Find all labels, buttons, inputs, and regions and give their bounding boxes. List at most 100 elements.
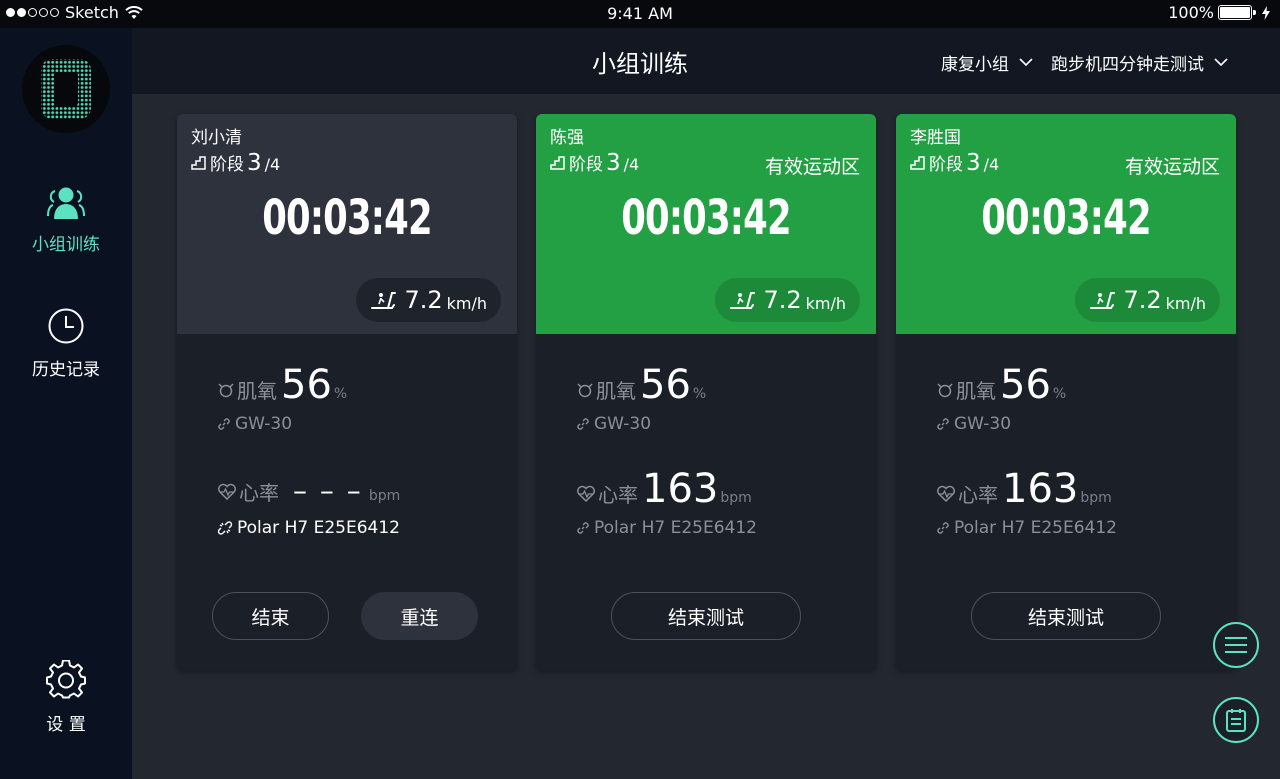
speed-pill: 7.2 km/h xyxy=(356,278,501,322)
muscle-value: 56 xyxy=(281,362,332,408)
battery-area: 100% xyxy=(1168,3,1270,22)
muscle-label: 肌氧 xyxy=(956,379,996,403)
treadmill-icon xyxy=(1090,292,1116,309)
speed-value: 7.2 xyxy=(763,286,802,314)
muscle-device: GW-30 xyxy=(936,414,1011,434)
group-select-value: 康复小组 xyxy=(941,55,1009,75)
stage-current: 3 xyxy=(966,150,981,176)
stage-indicator: 阶段 3/4 xyxy=(191,150,280,176)
gear-icon xyxy=(46,660,86,699)
menu-button[interactable] xyxy=(1213,622,1259,668)
logo-icon xyxy=(41,59,91,119)
hr-label: 心率 xyxy=(598,483,638,507)
speed-value: 7.2 xyxy=(404,286,443,314)
sidebar-item-history[interactable]: 历史记录 xyxy=(0,307,132,380)
elapsed-timer: 00:03:42 xyxy=(621,190,791,246)
speed-unit: km/h xyxy=(1165,293,1206,313)
sidebar-item-group-training[interactable]: 小组训练 xyxy=(0,186,132,255)
stage-total: /4 xyxy=(983,155,1000,174)
zone-label: 有效运动区 xyxy=(764,156,860,178)
hr-device: Polar H7 E25E6412 xyxy=(217,518,400,538)
link-icon xyxy=(218,418,230,430)
end-test-button[interactable]: 结束测试 xyxy=(611,592,801,640)
clipboard-icon xyxy=(1226,709,1246,732)
heart-rate: 心率 163 bpm xyxy=(576,466,752,512)
hr-label: 心率 xyxy=(239,481,279,505)
participant-name: 刘小清 xyxy=(191,128,242,148)
zone-label: 有效运动区 xyxy=(1124,156,1220,178)
heart-rate-icon xyxy=(218,483,236,500)
heart-rate-icon xyxy=(937,485,955,502)
menu-icon xyxy=(1225,637,1247,653)
stage-current: 3 xyxy=(247,150,262,176)
top-bar: 小组训练 康复小组 跑步机四分钟走测试 xyxy=(132,28,1280,94)
group-icon xyxy=(47,187,85,219)
clock-icon xyxy=(48,308,84,344)
stage-current: 3 xyxy=(606,150,621,176)
hr-device: Polar H7 E25E6412 xyxy=(936,518,1117,538)
hr-device-id: Polar H7 E25E6412 xyxy=(237,518,400,538)
muscle-icon xyxy=(218,383,234,398)
hr-unit: bpm xyxy=(1080,490,1112,506)
sidebar-item-label: 设 置 xyxy=(46,715,86,735)
card-header: 刘小清 阶段 3/4 00:03:42 7.2 km/h xyxy=(177,114,517,334)
muscle-device-id: GW-30 xyxy=(235,414,293,434)
hr-value: – – – xyxy=(293,474,363,507)
hr-value: 163 xyxy=(1002,466,1079,512)
muscle-unit: % xyxy=(1052,386,1067,402)
elapsed-timer: 00:03:42 xyxy=(981,190,1151,246)
hr-unit: bpm xyxy=(720,490,752,506)
elapsed-timer: 00:03:42 xyxy=(262,190,432,246)
reconnect-button[interactable]: 重连 xyxy=(361,592,478,640)
charging-icon xyxy=(1262,5,1270,20)
muscle-device-id: GW-30 xyxy=(954,414,1012,434)
end-button[interactable]: 结束 xyxy=(212,592,329,640)
muscle-oxygen: 肌氧 56 % xyxy=(576,362,706,408)
participant-card: 李胜国 阶段 3/4 有效运动区 00:03:42 7.2 km/h 肌氧 56… xyxy=(896,114,1236,670)
status-time: 9:41 AM xyxy=(607,4,673,23)
group-select[interactable]: 康复小组 xyxy=(941,50,1033,75)
muscle-unit: % xyxy=(333,386,348,402)
muscle-value: 56 xyxy=(640,362,691,408)
sidebar: 小组训练 历史记录 设 置 xyxy=(0,28,132,779)
muscle-unit: % xyxy=(692,386,707,402)
battery-icon xyxy=(1218,5,1256,20)
speed-unit: km/h xyxy=(805,293,846,313)
stairs-icon xyxy=(550,156,565,170)
speed-value: 7.2 xyxy=(1123,286,1162,314)
link-icon xyxy=(577,418,589,430)
muscle-device: GW-30 xyxy=(576,414,651,434)
muscle-oxygen: 肌氧 56 % xyxy=(217,362,347,408)
test-select-value: 跑步机四分钟走测试 xyxy=(1051,55,1204,75)
stage-label: 阶段 xyxy=(210,155,244,175)
stairs-icon xyxy=(191,156,206,170)
muscle-device-id: GW-30 xyxy=(594,414,652,434)
stairs-icon xyxy=(910,156,925,170)
muscle-icon xyxy=(577,383,593,398)
muscle-value: 56 xyxy=(1000,362,1051,408)
hr-value: 163 xyxy=(642,466,719,512)
sidebar-item-settings[interactable]: 设 置 xyxy=(0,660,132,735)
muscle-icon xyxy=(937,383,953,398)
treadmill-icon xyxy=(371,292,397,309)
heart-rate: 心率 – – – bpm xyxy=(217,474,400,507)
test-select[interactable]: 跑步机四分钟走测试 xyxy=(1051,50,1228,75)
hr-unit: bpm xyxy=(368,488,401,504)
battery-percent: 100% xyxy=(1168,3,1214,22)
sidebar-item-label: 小组训练 xyxy=(32,235,100,255)
speed-unit: km/h xyxy=(446,293,487,313)
chevron-down-icon xyxy=(1019,58,1033,67)
end-test-button[interactable]: 结束测试 xyxy=(971,592,1161,640)
participant-name: 陈强 xyxy=(550,128,584,148)
stage-indicator: 阶段 3/4 xyxy=(550,150,639,176)
sidebar-item-label: 历史记录 xyxy=(32,360,100,380)
hr-device-id: Polar H7 E25E6412 xyxy=(954,518,1117,538)
card-header: 李胜国 阶段 3/4 有效运动区 00:03:42 7.2 km/h xyxy=(896,114,1236,334)
treadmill-icon xyxy=(730,292,756,309)
status-bar: Sketch 9:41 AM 100% xyxy=(0,0,1280,28)
link-icon xyxy=(937,522,949,534)
hr-device: Polar H7 E25E6412 xyxy=(576,518,757,538)
notes-button[interactable] xyxy=(1213,697,1259,743)
app-logo xyxy=(22,45,110,133)
stage-total: /4 xyxy=(623,155,640,174)
